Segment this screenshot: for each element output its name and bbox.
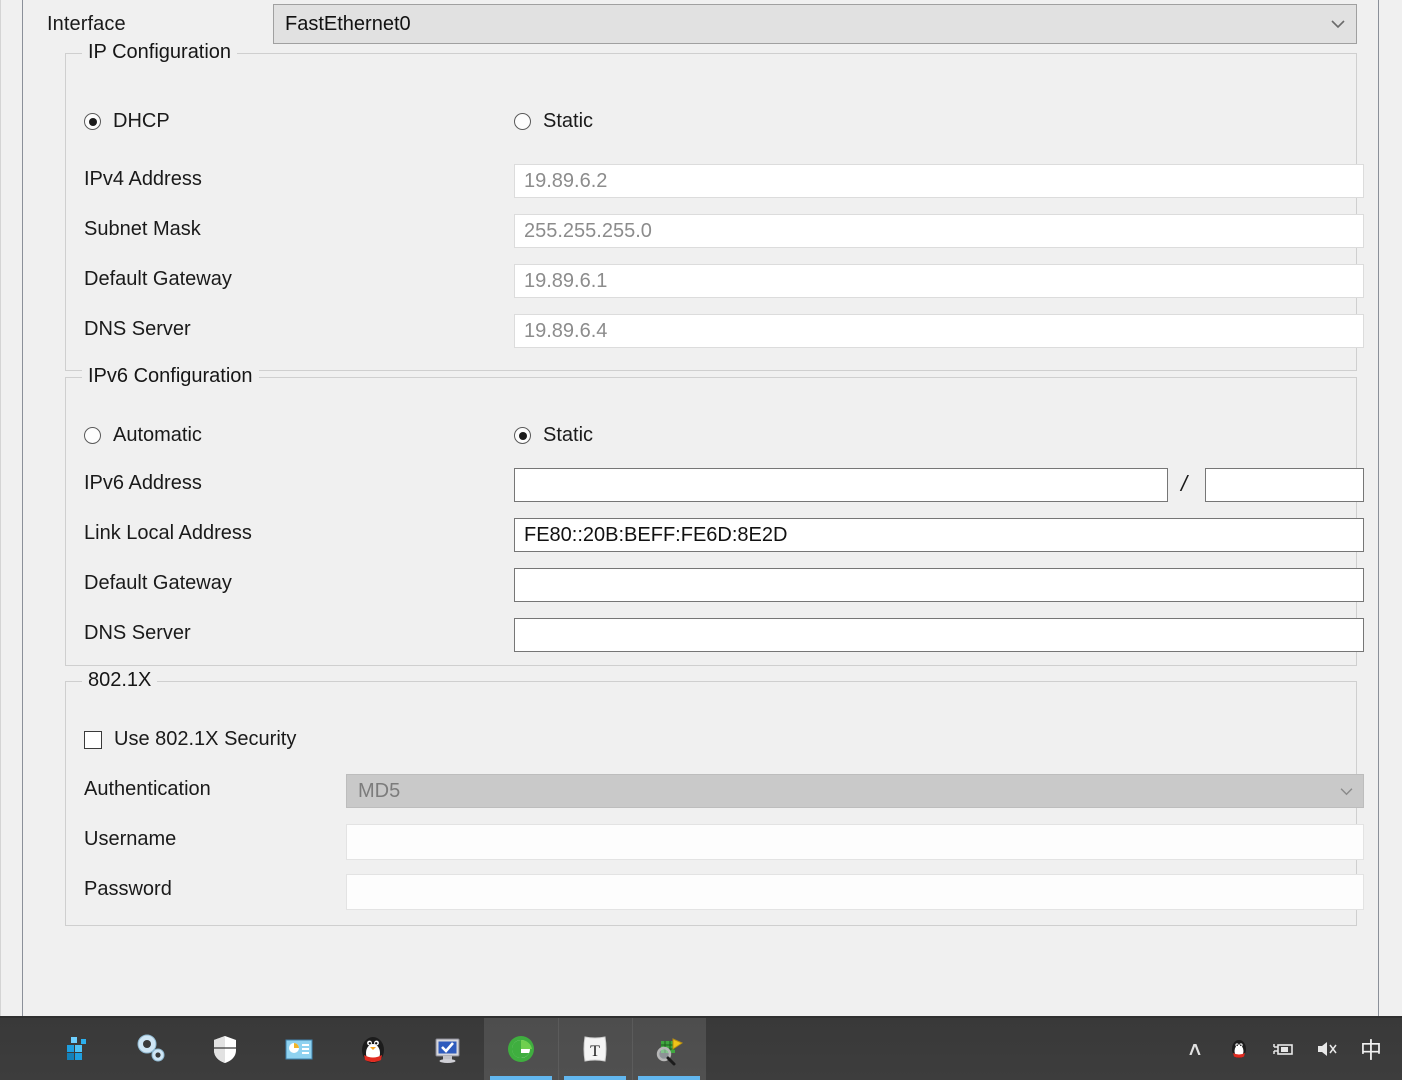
ime-indicator[interactable]: 中 bbox=[1354, 1029, 1388, 1069]
radio-dhcp-label: DHCP bbox=[113, 110, 170, 132]
taskbar-item-text-tool[interactable]: T bbox=[558, 1018, 632, 1080]
chevron-down-icon bbox=[1320, 16, 1356, 33]
qq-tray-icon[interactable] bbox=[1222, 1029, 1256, 1069]
radio-ipv6-automatic-label: Automatic bbox=[113, 424, 202, 446]
checkbox-indicator bbox=[84, 730, 102, 749]
svg-text:T: T bbox=[590, 1043, 600, 1060]
radio-ipv4-static-indicator bbox=[514, 113, 531, 130]
authentication-dropdown[interactable]: MD5 bbox=[346, 774, 1364, 808]
taskbar-item-control-panel[interactable] bbox=[262, 1018, 336, 1080]
label-ipv4-gateway: Default Gateway bbox=[84, 268, 232, 290]
input-ipv6-gateway[interactable] bbox=[514, 568, 1364, 602]
taskbar-item-qq[interactable] bbox=[336, 1018, 410, 1080]
ip-configuration-group: IP Configuration DHCP Static IPv4 Addres… bbox=[65, 41, 1364, 371]
interface-selected-value: FastEthernet0 bbox=[285, 12, 411, 35]
interface-row: Interface FastEthernet0 bbox=[47, 4, 1357, 44]
screen: Interface FastEthernet0 IP Configuration… bbox=[0, 0, 1402, 1080]
radio-ipv6-static-label: Static bbox=[543, 424, 594, 446]
taskbar-items: T bbox=[40, 1018, 706, 1080]
input-password[interactable] bbox=[346, 874, 1364, 910]
input-ipv4-address[interactable]: 19.89.6.2 bbox=[514, 164, 1364, 198]
radio-ipv6-static[interactable]: Static bbox=[514, 424, 593, 447]
taskbar-item-browser[interactable] bbox=[484, 1018, 558, 1080]
input-subnet-mask-value: 255.255.255.0 bbox=[524, 219, 652, 242]
input-ipv4-dns-value: 19.89.6.4 bbox=[524, 319, 608, 342]
taskbar: T ∧ 中 bbox=[0, 1018, 1402, 1080]
browser-e-icon bbox=[501, 1029, 541, 1069]
taskbar-item-defrag[interactable] bbox=[40, 1018, 114, 1080]
input-link-local-address[interactable]: FE80::20B:BEFF:FE6D:8E2D bbox=[514, 518, 1364, 552]
authentication-selected-value: MD5 bbox=[358, 779, 401, 802]
checkbox-use-8021x-security[interactable]: Use 802.1X Security bbox=[84, 728, 296, 751]
input-link-local-address-value: FE80::20B:BEFF:FE6D:8E2D bbox=[524, 523, 788, 546]
label-ipv6-dns: DNS Server bbox=[84, 622, 191, 644]
label-link-local-address: Link Local Address bbox=[84, 522, 252, 544]
input-ipv4-dns[interactable]: 19.89.6.4 bbox=[514, 314, 1364, 348]
defrag-icon bbox=[57, 1029, 97, 1069]
ip-configuration-title: IP Configuration bbox=[82, 41, 238, 64]
input-ipv4-address-value: 19.89.6.2 bbox=[524, 169, 608, 192]
input-username[interactable] bbox=[346, 824, 1364, 860]
label-username: Username bbox=[84, 828, 177, 850]
label-ipv4-address: IPv4 Address bbox=[84, 168, 202, 190]
text-tool-icon: T bbox=[575, 1029, 615, 1069]
tray-expand-chevron-icon[interactable]: ∧ bbox=[1174, 1029, 1217, 1069]
radio-dhcp-indicator bbox=[84, 113, 101, 130]
panel-right-border bbox=[1378, 0, 1379, 1016]
chevron-down-icon-auth bbox=[1329, 783, 1363, 799]
prefix-separator: / bbox=[1181, 471, 1188, 496]
computer-check-icon bbox=[427, 1029, 467, 1069]
input-ipv6-dns[interactable] bbox=[514, 618, 1364, 652]
network-icon[interactable] bbox=[1266, 1029, 1300, 1069]
interface-label: Interface bbox=[47, 13, 126, 35]
label-authentication: Authentication bbox=[84, 778, 211, 800]
security-8021x-title: 802.1X bbox=[82, 669, 158, 692]
radio-ipv6-static-indicator bbox=[514, 427, 531, 444]
label-ipv6-address: IPv6 Address bbox=[84, 472, 202, 494]
input-ipv4-gateway[interactable]: 19.89.6.1 bbox=[514, 264, 1364, 298]
config-panel: Interface FastEthernet0 IP Configuration… bbox=[0, 0, 1402, 1016]
qq-penguin-icon bbox=[353, 1029, 393, 1069]
interface-dropdown[interactable]: FastEthernet0 bbox=[273, 4, 1357, 44]
label-subnet-mask: Subnet Mask bbox=[84, 218, 201, 240]
shield-icon bbox=[205, 1029, 245, 1069]
security-8021x-group: 802.1X Use 802.1X Security Authenticatio… bbox=[65, 669, 1364, 926]
taskbar-item-packet-tracer[interactable] bbox=[632, 1018, 706, 1080]
panel-content: Interface FastEthernet0 IP Configuration… bbox=[23, 0, 1378, 1016]
label-ipv6-gateway: Default Gateway bbox=[84, 572, 232, 594]
taskbar-item-computer-check[interactable] bbox=[410, 1018, 484, 1080]
radio-dhcp[interactable]: DHCP bbox=[84, 110, 170, 133]
settings-gears-icon bbox=[131, 1029, 171, 1069]
radio-ipv4-static[interactable]: Static bbox=[514, 110, 593, 133]
volume-muted-icon[interactable] bbox=[1310, 1029, 1344, 1069]
radio-ipv4-static-label: Static bbox=[543, 110, 594, 132]
control-panel-icon bbox=[279, 1029, 319, 1069]
radio-ipv6-automatic-indicator bbox=[84, 427, 101, 444]
window-left-edge bbox=[0, 0, 1, 1016]
packet-tracer-icon bbox=[649, 1029, 689, 1069]
radio-ipv6-automatic[interactable]: Automatic bbox=[84, 424, 202, 447]
input-subnet-mask[interactable]: 255.255.255.0 bbox=[514, 214, 1364, 248]
input-ipv4-gateway-value: 19.89.6.1 bbox=[524, 269, 608, 292]
ipv6-configuration-title: IPv6 Configuration bbox=[82, 365, 259, 388]
label-password: Password bbox=[84, 878, 172, 900]
label-ipv4-dns: DNS Server bbox=[84, 318, 191, 340]
input-ipv6-prefix[interactable] bbox=[1205, 468, 1364, 502]
checkbox-use-8021x-security-label: Use 802.1X Security bbox=[114, 728, 297, 750]
system-tray: ∧ 中 bbox=[1178, 1018, 1396, 1080]
input-ipv6-address[interactable] bbox=[514, 468, 1168, 502]
taskbar-item-settings[interactable] bbox=[114, 1018, 188, 1080]
taskbar-item-defender[interactable] bbox=[188, 1018, 262, 1080]
ipv6-configuration-group: IPv6 Configuration Automatic Static IPv6… bbox=[65, 365, 1364, 666]
